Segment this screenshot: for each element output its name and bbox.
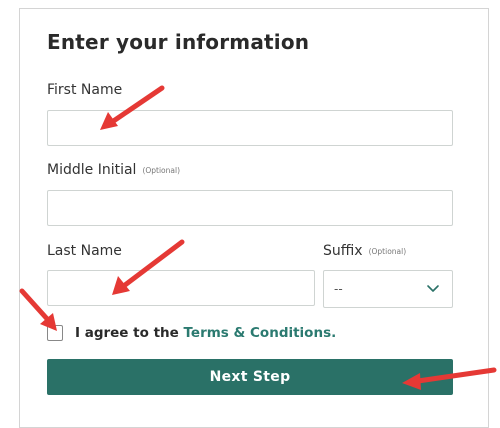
terms-checkbox[interactable] (47, 325, 63, 341)
first-name-label: First Name (47, 82, 123, 98)
middle-initial-label: Middle Initial (Optional) (47, 162, 180, 178)
suffix-label-text: Suffix (323, 243, 363, 259)
last-name-input[interactable] (47, 270, 315, 306)
suffix-selected-value: -- (334, 282, 343, 296)
middle-initial-input[interactable] (47, 190, 453, 226)
optional-tag: (Optional) (142, 165, 180, 175)
first-name-input[interactable] (47, 110, 453, 146)
next-step-button[interactable]: Next Step (47, 359, 453, 395)
optional-tag: (Optional) (368, 246, 407, 256)
terms-agreement-text: I agree to the Terms & Conditions. (75, 325, 336, 341)
suffix-select[interactable]: -- (323, 270, 453, 308)
chevron-down-icon (427, 285, 439, 292)
middle-initial-label-text: Middle Initial (47, 162, 137, 178)
terms-link[interactable]: Terms & Conditions. (184, 325, 337, 341)
last-name-label: Last Name (47, 243, 122, 259)
terms-prefix: I agree to the (75, 325, 184, 341)
suffix-label: Suffix (Optional) (323, 243, 406, 259)
form-title: Enter your information (47, 30, 310, 54)
